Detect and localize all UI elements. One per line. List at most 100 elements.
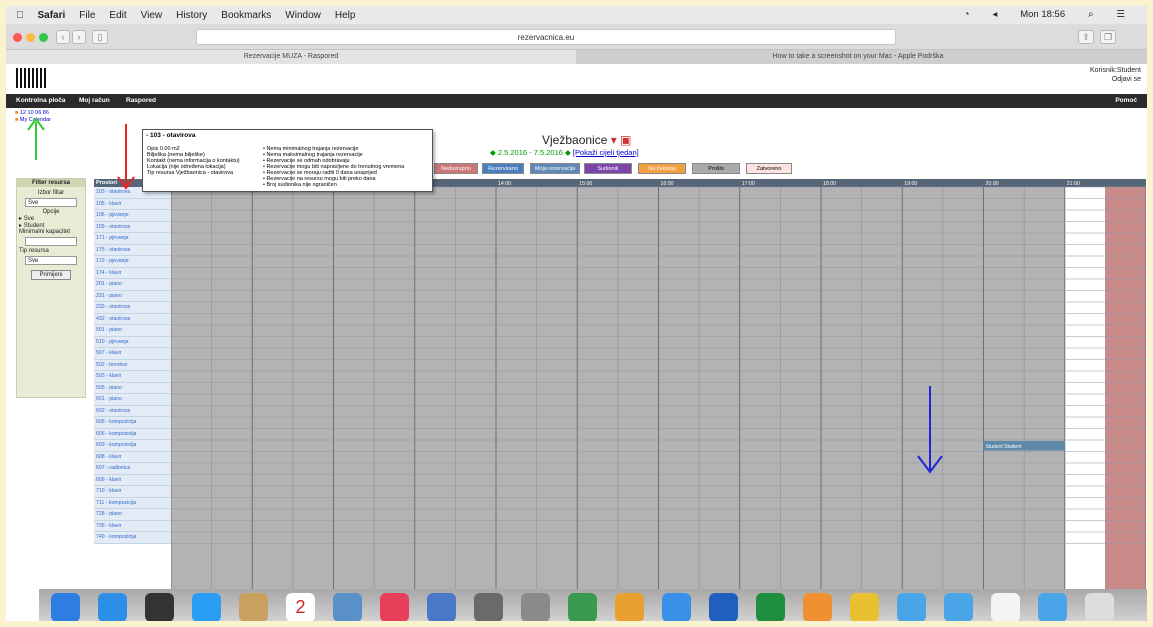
option-all[interactable]: ▸ Sve bbox=[17, 215, 85, 222]
room-row[interactable]: 105 - klavir bbox=[94, 198, 171, 210]
share-button[interactable]: ⇪ bbox=[1078, 30, 1094, 44]
zoom-window-icon[interactable] bbox=[39, 33, 48, 42]
music-icon[interactable] bbox=[380, 593, 409, 621]
apply-filter-button[interactable]: Primijeni bbox=[31, 270, 71, 280]
schedule-grid[interactable]: 10:0011:0012:0013:0014:0015:0016:0017:00… bbox=[171, 179, 1146, 589]
facetime-icon[interactable] bbox=[568, 593, 597, 621]
room-row[interactable]: 174 - klavir bbox=[94, 267, 171, 279]
photos-icon[interactable] bbox=[333, 593, 362, 621]
mail-icon[interactable] bbox=[662, 593, 691, 621]
document-icon[interactable] bbox=[991, 593, 1020, 621]
menu-history[interactable]: History bbox=[176, 10, 207, 21]
apple-menu-icon[interactable]:  bbox=[16, 10, 24, 21]
room-row[interactable]: 728 - piano bbox=[94, 509, 171, 521]
app-store-icon[interactable] bbox=[98, 593, 127, 621]
excel-icon[interactable] bbox=[756, 593, 785, 621]
room-row[interactable]: 106 - pjevanje bbox=[94, 210, 171, 222]
min-capacity-input[interactable] bbox=[25, 237, 77, 246]
clock[interactable]: Mon 18:56 bbox=[1020, 9, 1065, 20]
popup-line: • Broj sudionika nije ograničen bbox=[263, 182, 337, 188]
room-row[interactable]: 609 - klavir bbox=[94, 474, 171, 486]
menu-view[interactable]: View bbox=[141, 10, 163, 21]
room-row[interactable]: 606 - kompozicija bbox=[94, 428, 171, 440]
folder2-icon[interactable] bbox=[944, 593, 973, 621]
menu-bookmarks[interactable]: Bookmarks bbox=[221, 10, 271, 21]
menu-help[interactable]: Help bbox=[335, 10, 356, 21]
back-button[interactable]: ‹ bbox=[56, 30, 70, 44]
menu-window[interactable]: Window bbox=[285, 10, 321, 21]
room-row[interactable]: 605 - kompozicija bbox=[94, 417, 171, 429]
app-menu[interactable]: Safari bbox=[38, 10, 66, 21]
folder3-icon[interactable] bbox=[1038, 593, 1067, 621]
room-row[interactable]: 603 - kompozicija bbox=[94, 440, 171, 452]
minimize-window-icon[interactable] bbox=[26, 33, 35, 42]
nav-dashboard[interactable]: Kontrolna ploča bbox=[16, 94, 65, 108]
option-student[interactable]: ▸ Student bbox=[17, 222, 85, 229]
room-row[interactable]: 505 - piano bbox=[94, 382, 171, 394]
launchpad-icon[interactable] bbox=[145, 593, 174, 621]
logout-link[interactable]: Odjavi se bbox=[1090, 75, 1141, 84]
forward-button[interactable]: › bbox=[72, 30, 86, 44]
volume-icon[interactable]: ◂ bbox=[992, 9, 997, 20]
calendar-icon[interactable]: 2 bbox=[286, 593, 315, 621]
notification-icon[interactable]: ☰ bbox=[1116, 9, 1125, 20]
word-icon[interactable] bbox=[709, 593, 738, 621]
finder-icon[interactable] bbox=[51, 593, 80, 621]
nav-account[interactable]: Moj račun bbox=[79, 94, 110, 108]
room-row[interactable]: 432 - otavirova bbox=[94, 313, 171, 325]
muza-logo-icon[interactable] bbox=[16, 68, 48, 88]
room-row[interactable]: 172 - pjevanje bbox=[94, 256, 171, 268]
room-row[interactable]: 109 - otavirova bbox=[94, 221, 171, 233]
legend-unavailable: Nedostupno bbox=[434, 163, 478, 174]
address-bar[interactable]: rezervacnica.eu bbox=[196, 29, 896, 45]
room-row[interactable]: 740 - kompozicija bbox=[94, 532, 171, 544]
room-row[interactable]: 233 - otavirova bbox=[94, 302, 171, 314]
room-row[interactable]: 735 - klavir bbox=[94, 520, 171, 532]
room-row[interactable]: 502 - bendovi bbox=[94, 359, 171, 371]
notes-icon[interactable] bbox=[239, 593, 268, 621]
room-row[interactable]: 175 - otavirova bbox=[94, 244, 171, 256]
room-row[interactable]: 510 - pjevanje bbox=[94, 336, 171, 348]
room-row[interactable]: 503 - klavir bbox=[94, 371, 171, 383]
time-machine-icon[interactable] bbox=[474, 593, 503, 621]
nav-schedule[interactable]: Raspored bbox=[126, 94, 156, 108]
close-window-icon[interactable] bbox=[13, 33, 22, 42]
pages-icon[interactable] bbox=[803, 593, 832, 621]
tab-rezervacije[interactable]: Rezervacije MUZA - Raspored bbox=[6, 50, 576, 64]
trash-icon[interactable] bbox=[1085, 593, 1114, 621]
room-row[interactable]: 602 - otavirova bbox=[94, 405, 171, 417]
prev-week-icon[interactable]: ◆ bbox=[490, 148, 498, 157]
system-prefs-icon[interactable] bbox=[521, 593, 550, 621]
room-row[interactable]: 501 - piano bbox=[94, 325, 171, 337]
menu-file[interactable]: File bbox=[79, 10, 95, 21]
popup-details: Opis 0.00 m2 Bilješka (nema bilješke) Kont… bbox=[147, 146, 267, 176]
tab-apple-support[interactable]: How to take a screenshot on your Mac - A… bbox=[577, 50, 1139, 64]
menu-edit[interactable]: Edit bbox=[109, 10, 126, 21]
room-row[interactable]: 601 - piano bbox=[94, 394, 171, 406]
spotlight-icon[interactable]: ⌕ bbox=[1088, 9, 1093, 20]
room-row[interactable]: 507 - klavir bbox=[94, 348, 171, 360]
filter-type-select[interactable]: Sve bbox=[25, 198, 77, 207]
photos2-icon[interactable] bbox=[615, 593, 644, 621]
safari-icon[interactable] bbox=[192, 593, 221, 621]
room-row[interactable]: 231 - piano bbox=[94, 290, 171, 302]
nav-help[interactable]: Pomoć bbox=[1115, 94, 1137, 108]
room-row[interactable]: 201 - piano bbox=[94, 279, 171, 291]
folder-icon[interactable] bbox=[897, 593, 926, 621]
schedule-title: Vježbaonice ▾ ▣ bbox=[542, 133, 632, 147]
room-row[interactable]: 608 - klavir bbox=[94, 451, 171, 463]
room-row[interactable]: 607 - radionica bbox=[94, 463, 171, 475]
stickies-icon[interactable] bbox=[850, 593, 879, 621]
preview-icon[interactable] bbox=[427, 593, 456, 621]
room-row[interactable]: 710 - klavir bbox=[94, 486, 171, 498]
sidebar-toggle-button[interactable]: ▯ bbox=[92, 30, 108, 44]
calendar-dropdown-icon[interactable]: ▾ ▣ bbox=[611, 133, 632, 147]
resource-type-select[interactable]: Sve bbox=[25, 256, 77, 265]
room-row[interactable]: 171 - pjevanje bbox=[94, 233, 171, 245]
tabs-button[interactable]: ❐ bbox=[1100, 30, 1116, 44]
tab-bar: Rezervacije MUZA - Raspored How to take … bbox=[6, 50, 1147, 64]
room-row[interactable]: 711 - kompozicija bbox=[94, 497, 171, 509]
wifi-icon[interactable]: ◔ bbox=[964, 9, 970, 20]
next-week-icon[interactable]: ◆ bbox=[563, 148, 573, 157]
full-week-link[interactable]: [Pokaži cijeli tjedan] bbox=[573, 148, 639, 157]
